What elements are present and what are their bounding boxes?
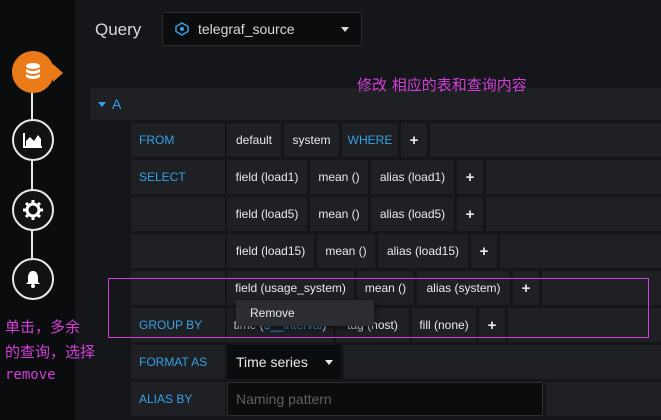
chevron-down-icon: [341, 27, 349, 32]
select-fn-segment[interactable]: mean (): [310, 160, 368, 194]
row-filler: [430, 123, 661, 157]
datasource-label: telegraf_source: [198, 21, 295, 37]
select-field-segment[interactable]: field (load5): [227, 197, 307, 231]
annotation-top: 修改 相应的表和查询内容: [357, 76, 527, 94]
annotation-highlight-box: [108, 278, 649, 338]
row-filler: [486, 197, 661, 231]
select-alias-segment[interactable]: alias (load15): [378, 234, 468, 268]
alias-by-label: ALIAS BY: [131, 382, 225, 416]
gear-icon[interactable]: [12, 189, 54, 231]
collapse-icon[interactable]: [98, 101, 106, 107]
add-select-button[interactable]: +: [457, 197, 483, 231]
page-title: Query: [95, 20, 142, 39]
row-filler: [500, 234, 661, 268]
select-alias-segment[interactable]: alias (load5): [371, 197, 454, 231]
where-keyword[interactable]: WHERE: [342, 123, 398, 157]
select-fn-segment[interactable]: mean (): [310, 197, 368, 231]
select-field-segment[interactable]: field (load15): [227, 234, 314, 268]
chart-area-icon[interactable]: [12, 119, 54, 161]
format-as-select[interactable]: Time series: [227, 345, 341, 379]
select-label: SELECT: [131, 160, 225, 194]
add-select-button[interactable]: +: [457, 160, 483, 194]
chevron-down-icon: [325, 360, 333, 365]
select-fn-segment[interactable]: mean (): [317, 234, 375, 268]
retention-policy-segment[interactable]: default: [227, 123, 281, 157]
row-filler: [344, 345, 661, 379]
annotation-left-line3: remove: [5, 367, 56, 383]
datasource-select[interactable]: telegraf_source: [162, 12, 362, 46]
bell-icon[interactable]: [12, 258, 54, 300]
select-field-segment[interactable]: field (load1): [227, 160, 307, 194]
select-alias-segment[interactable]: alias (load1): [371, 160, 454, 194]
select-label-blank: [131, 234, 225, 268]
query-letter: A: [112, 96, 122, 112]
select-label-blank: [131, 197, 225, 231]
row-filler: [546, 382, 661, 416]
add-select-button[interactable]: +: [471, 234, 497, 268]
alias-by-input[interactable]: [227, 382, 543, 416]
add-where-button[interactable]: +: [401, 123, 427, 157]
format-as-label: FORMAT AS: [131, 345, 225, 379]
annotation-left-line1: 单击，多余: [5, 318, 81, 336]
from-label: FROM: [131, 123, 225, 157]
database-icon[interactable]: [12, 51, 63, 93]
format-as-value: Time series: [236, 354, 308, 370]
row-filler: [486, 160, 661, 194]
annotation-left-line2: 的查询，选择: [5, 343, 96, 361]
datasource-icon: [175, 22, 189, 36]
measurement-segment[interactable]: system: [284, 123, 339, 157]
